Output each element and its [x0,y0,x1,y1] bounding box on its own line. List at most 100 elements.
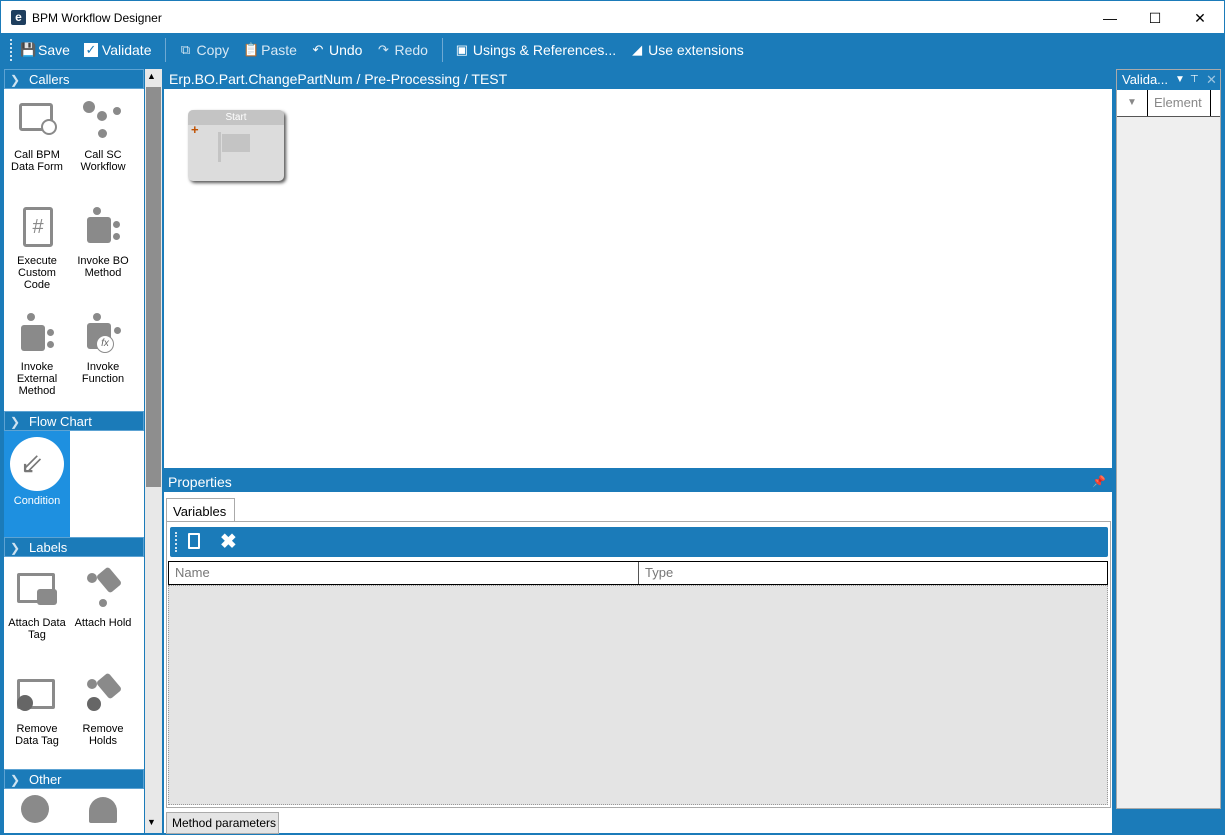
maximize-button[interactable]: ☐ [1132,5,1178,31]
data-tag-icon [17,569,57,609]
chevron-down-icon: ❯ [10,773,21,787]
validation-title: Valida... [1122,72,1169,87]
data-form-icon [17,101,57,141]
tool-invoke-bo-method[interactable]: Invoke BO Method [70,195,136,301]
section-title: Callers [29,72,70,87]
usings-references-button[interactable]: ▣ Usings & References... [455,42,616,58]
copy-button[interactable]: ⧉ Copy [178,42,229,58]
code-file-icon: # [17,207,57,247]
flag-cloth [222,134,250,152]
references-icon: ▣ [455,42,469,57]
bell-icon [83,793,123,823]
new-variable-icon[interactable] [188,533,200,549]
tool-label: Invoke BO Method [77,255,129,279]
tool-label: Remove Data Tag [15,723,59,747]
validation-grid-header: ▼ Element [1117,90,1220,117]
filter-icon[interactable]: ▼ [1117,90,1148,116]
undo-icon: ↶ [312,42,324,57]
undo-button[interactable]: ↶ Undo [311,42,363,58]
copy-label: Copy [196,42,230,58]
pin-icon[interactable]: ⊤ [1190,70,1199,90]
start-node[interactable]: Start + [188,110,284,181]
usings-label: Usings & References... [472,42,617,58]
scroll-up-icon[interactable]: ▲ [147,71,156,81]
tool-other-2[interactable] [70,789,136,825]
validate-label: Validate [101,42,152,58]
variables-grid-body[interactable] [168,585,1108,805]
checkbox-icon: ✓ [83,42,98,57]
column-name[interactable]: Name [169,562,639,584]
toolbar-grip[interactable] [10,39,12,61]
save-label: Save [38,42,70,58]
section-callers[interactable]: ❯ Callers [4,69,144,89]
redo-button[interactable]: ↷ Redo [376,42,428,58]
validation-header: Valida... ▼ ⊤ ✕ [1117,70,1220,90]
minimize-button[interactable]: — [1087,5,1133,31]
close-button[interactable]: ✕ [1177,5,1223,31]
close-icon[interactable]: ✕ [1206,70,1217,90]
workflow-canvas[interactable]: Erp.BO.Part.ChangePartNum / Pre-Processi… [164,69,1112,468]
column-type[interactable]: Type [639,562,673,584]
toolbox-scrollbar[interactable]: ▲ ▼ [145,69,162,833]
tool-label: Remove Holds [82,723,124,747]
chevron-down-icon: ❯ [10,73,21,87]
section-flow-chart[interactable]: ❯ Flow Chart [4,411,144,431]
validate-button[interactable]: ✓ Validate [83,42,152,58]
delete-variable-icon[interactable]: ✖ [220,529,237,554]
scrollbar-thumb[interactable] [146,87,161,487]
start-node-title: Start [188,110,284,125]
variables-grid-header: Name Type [168,561,1108,585]
tool-label: Execute Custom Code [17,255,57,291]
toolbox-panel: ❯ Callers Call BPM Data Form Call SC Work… [4,69,144,833]
chevron-down-icon: ❯ [10,541,21,555]
tool-label: Invoke Function [81,361,125,385]
workflow-icon [83,101,123,141]
flag-icon [218,132,221,162]
scroll-down-icon[interactable]: ▼ [147,817,156,827]
dropdown-icon[interactable]: ▼ [1175,70,1185,90]
external-method-icon [17,313,57,353]
tab-variables[interactable]: Variables [166,498,235,522]
use-extensions-button[interactable]: ◢ Use extensions [630,42,744,58]
tool-attach-data-tag[interactable]: Attach Data Tag [4,557,70,663]
tool-label: Attach Data Tag [8,617,66,641]
redo-icon: ↷ [378,42,389,57]
condition-icon: ⇙ [10,437,64,491]
toolbar: 💾 Save ✓ Validate ⧉ Copy 📋 Paste ↶ Undo ↷ Redo… [0,33,1225,67]
plus-icon[interactable]: + [191,122,199,137]
column-element[interactable]: Element [1148,90,1211,116]
bo-method-icon [83,207,123,247]
extensions-label: Use extensions [648,42,744,58]
divider [165,38,167,62]
tool-execute-custom-code[interactable]: # Execute Custom Code [4,195,70,301]
variables-toolbar: ✖ [170,527,1108,557]
save-button[interactable]: 💾 Save [20,42,70,58]
properties-title: Properties [168,474,232,490]
tool-other-1[interactable] [4,789,70,825]
section-labels[interactable]: ❯ Labels [4,537,144,557]
title-bar: e BPM Workflow Designer — ☐ ✕ [0,0,1225,33]
section-title: Other [29,772,62,787]
app-logo: e [11,10,26,25]
tool-call-sc-workflow[interactable]: Call SC Workflow [70,89,136,195]
tool-invoke-function[interactable]: fx Invoke Function [70,301,136,407]
toolbar-grip[interactable] [175,532,177,552]
tool-invoke-external-method[interactable]: Invoke External Method [4,301,70,407]
chevron-down-icon: ❯ [10,415,21,429]
pin-icon[interactable]: 📌 [1092,472,1106,492]
paste-label: Paste [261,42,297,58]
tool-call-bpm-data-form[interactable]: Call BPM Data Form [4,89,70,195]
paste-button[interactable]: 📋 Paste [243,42,297,58]
tab-method-parameters[interactable]: Method parameters [166,812,279,834]
function-icon: fx [83,313,123,353]
extensions-icon: ◢ [632,42,643,57]
tool-remove-data-tag[interactable]: Remove Data Tag [4,663,70,769]
tool-remove-holds[interactable]: Remove Holds [70,663,136,769]
tool-attach-hold[interactable]: Attach Hold [70,557,136,663]
undo-label: Undo [328,42,363,58]
save-icon: 💾 [20,42,37,57]
hold-tag-icon [83,566,123,609]
tool-condition[interactable]: ⇙ Condition [4,431,70,537]
tool-icon [17,793,57,823]
section-other[interactable]: ❯ Other [4,769,144,789]
